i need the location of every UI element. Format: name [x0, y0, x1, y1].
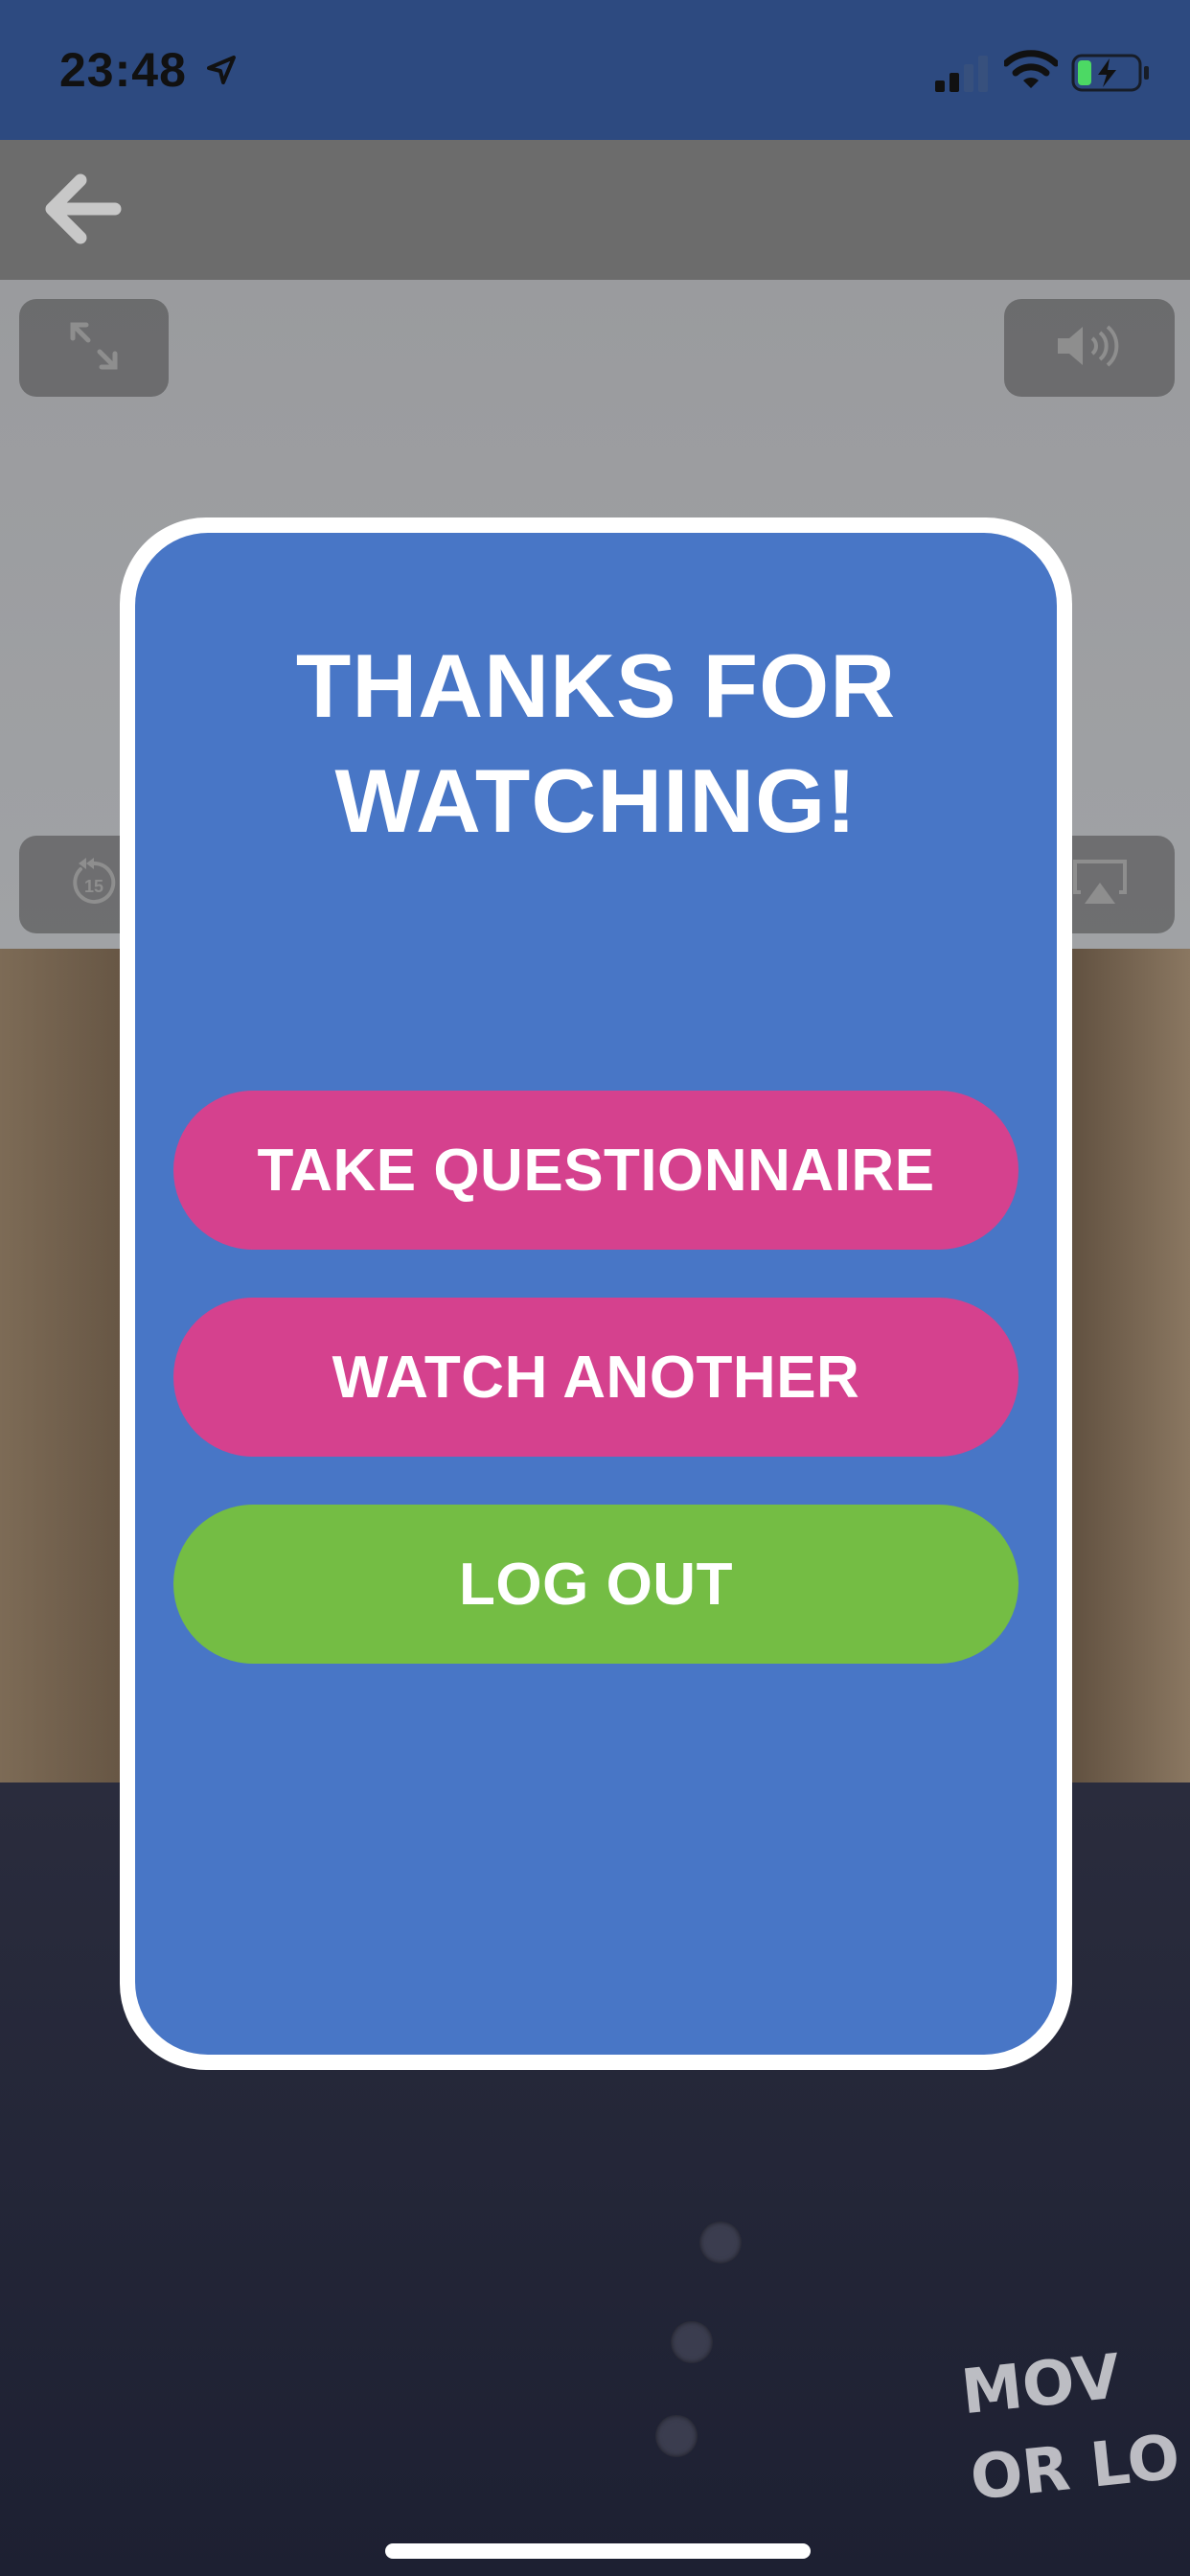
- shirt-button: [699, 2221, 742, 2264]
- location-arrow-icon: [205, 54, 238, 91]
- status-bar: 23:48: [0, 0, 1190, 140]
- rewind-seconds-label: 15: [84, 877, 103, 896]
- modal-title-line1: THANKS FOR: [295, 635, 897, 736]
- cellular-signal-icon: [935, 54, 991, 97]
- shirt-button: [671, 2321, 713, 2363]
- wifi-icon: [1002, 50, 1060, 97]
- video-frame-hair-right: [1056, 949, 1190, 1811]
- status-time: 23:48: [59, 43, 187, 97]
- watch-another-button[interactable]: WATCH ANOTHER: [173, 1298, 1018, 1457]
- fullscreen-expand-icon: [67, 319, 121, 378]
- shirt-button: [655, 2415, 698, 2457]
- log-out-button[interactable]: LOG OUT: [173, 1505, 1018, 1664]
- thanks-modal: THANKS FOR WATCHING! TAKE QUESTIONNAIRE …: [120, 518, 1072, 2070]
- fullscreen-button[interactable]: [19, 299, 169, 397]
- take-questionnaire-button[interactable]: TAKE QUESTIONNAIRE: [173, 1091, 1018, 1250]
- volume-button[interactable]: [1004, 299, 1175, 397]
- volume-icon: [1054, 321, 1125, 376]
- arrow-left-icon[interactable]: [42, 171, 125, 252]
- thanks-modal-body: THANKS FOR WATCHING! TAKE QUESTIONNAIRE …: [135, 533, 1057, 2055]
- airplay-icon: [1071, 858, 1129, 912]
- nav-bar: [0, 140, 1190, 280]
- modal-title: THANKS FOR WATCHING!: [135, 629, 1057, 859]
- shirt-logo: MOV OR LO: [957, 2327, 1190, 2560]
- home-indicator[interactable]: [385, 2543, 811, 2559]
- rewind-15-icon: 15: [67, 856, 121, 914]
- battery-charging-icon: [1071, 54, 1152, 97]
- modal-title-line2: WATCHING!: [334, 750, 858, 851]
